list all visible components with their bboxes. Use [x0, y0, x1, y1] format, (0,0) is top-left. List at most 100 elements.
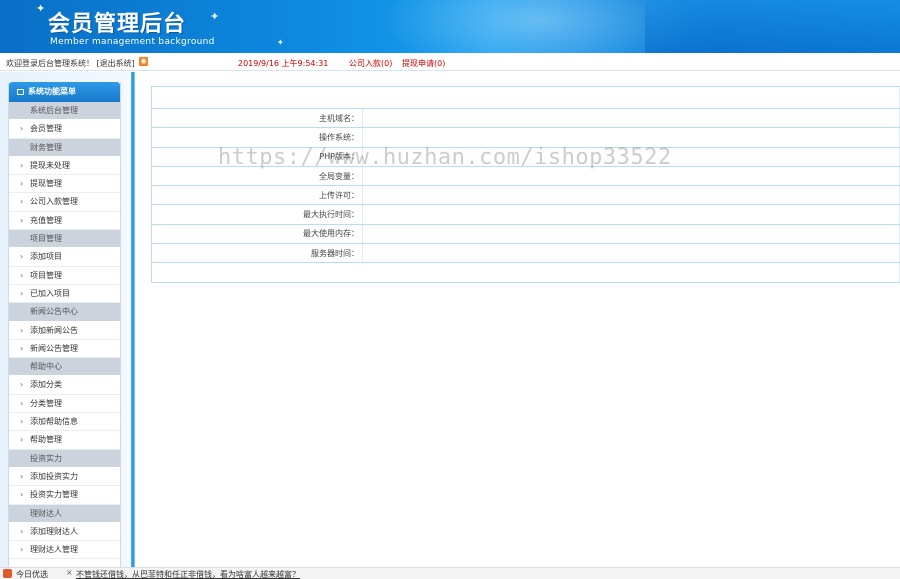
sparkle-icon: ✦ — [36, 2, 46, 15]
sparkle-icon: ✦ — [277, 38, 284, 47]
row-label: 服务器时间： — [151, 243, 363, 264]
sidebar-item[interactable]: › 添加帮助信息 — [9, 413, 120, 432]
today-picks-label[interactable]: 今日优选 — [16, 569, 48, 579]
sidebar-item[interactable]: › 提现未处理 — [9, 156, 120, 176]
menu-group-head[interactable]: 理财达人 — [9, 504, 120, 523]
sidebar-item[interactable]: › 投资实力管理 — [9, 486, 120, 505]
chevron-right-icon: › — [20, 288, 24, 298]
menu-group-head[interactable]: 帮助中心 — [9, 358, 120, 377]
menu-group-head[interactable]: 项目管理 — [9, 230, 120, 249]
chevron-right-icon: › — [20, 417, 24, 427]
today-picks-icon[interactable] — [3, 569, 12, 578]
header-banner: ✦ ✦ ✦ 会员管理后台 Member management backgroun… — [0, 0, 900, 53]
menu-group-head[interactable]: 系统后台管理 — [9, 102, 120, 121]
chevron-right-icon: › — [20, 435, 24, 445]
table-row: 上传许可： — [151, 185, 900, 206]
chevron-right-icon: › — [20, 325, 24, 335]
logout-link[interactable]: [退出系统] — [97, 59, 135, 68]
app-subtitle: Member management background — [50, 37, 215, 47]
table-header-row — [151, 86, 900, 109]
sidebar-item[interactable]: › 添加理财达人 — [9, 522, 120, 542]
row-value — [362, 204, 900, 225]
chevron-right-icon: › — [20, 124, 24, 134]
sidebar-item[interactable]: › 新闻公告管理 — [9, 339, 120, 359]
sidebar-item-label: 投资实力管理 — [30, 490, 78, 500]
sidebar-item[interactable]: › 提现管理 — [9, 175, 120, 194]
menu-group-head[interactable]: 新闻公告中心 — [9, 303, 120, 322]
table-header-cell — [151, 86, 900, 109]
sidebar-item[interactable]: › 公司入款管理 — [9, 193, 120, 212]
table-row: 服务器时间： — [151, 243, 900, 264]
row-label: 上传许可： — [151, 185, 363, 206]
sidebar-item[interactable]: › 帮助管理 — [9, 431, 120, 450]
sidebar-item-label: 添加帮助信息 — [30, 417, 78, 427]
chevron-right-icon: › — [20, 490, 24, 500]
sidebar-item[interactable]: › 添加投资实力 — [9, 467, 120, 487]
menu-title: 系统功能菜单 — [9, 82, 120, 102]
status-bar: 欢迎登录后台管理系统！ [退出系统] ◉ 2019/9/16 上午9:54:31… — [0, 53, 900, 71]
chevron-right-icon: › — [20, 179, 24, 189]
sidebar-item-label: 分类管理 — [30, 398, 62, 408]
sidebar-item[interactable]: › 已加入项目 — [9, 284, 120, 304]
close-icon[interactable]: × — [66, 568, 73, 577]
chevron-right-icon: › — [20, 197, 24, 207]
chevron-right-icon: › — [20, 215, 24, 225]
sidebar-item[interactable]: › 分类管理 — [9, 394, 120, 414]
sidebar-item-label: 会员管理 — [30, 124, 62, 134]
sidebar-item[interactable]: › 理财达人管理 — [9, 541, 120, 560]
menu-title-label: 系统功能菜单 — [28, 87, 76, 96]
sparkle-icon: ✦ — [210, 10, 220, 23]
menu-group-head[interactable]: 投资实力 — [9, 449, 120, 468]
menu-body: 系统后台管理 › 会员管理 财务管理 › 提现未处理 › 提现管理 › 公司入款管理 › 充值管理 项目… — [9, 102, 120, 560]
chevron-right-icon: › — [20, 398, 24, 408]
sidebar-item-label: 提现管理 — [30, 179, 62, 189]
row-value — [362, 108, 900, 129]
server-info-table: 主机域名： 操作系统： PHP版本： 全局变量： 上传许可： 最大执行时间： 最大使用内存：… — [151, 86, 900, 283]
bottom-taskbar: 今日优选 × 不管钱还借钱，从巴菲特和任正非借钱，看为啥富人越来越富？ — [0, 567, 900, 579]
sidebar-item-label: 添加项目 — [30, 252, 62, 262]
sidebar-item-label: 新闻公告管理 — [30, 343, 78, 353]
sidebar-item[interactable]: › 添加分类 — [9, 376, 120, 395]
sidebar-item-label: 提现未处理 — [30, 160, 70, 170]
chevron-right-icon: › — [20, 252, 24, 262]
datetime: 2019/9/16 上午9:54:31 — [238, 59, 329, 68]
welcome-message: 欢迎登录后台管理系统！ — [6, 59, 94, 68]
header-right-block — [645, 0, 900, 53]
table-row: 最大执行时间： — [151, 204, 900, 225]
menu-group-head[interactable]: 财务管理 — [9, 138, 120, 157]
sidebar-item-label: 添加分类 — [30, 380, 62, 390]
sidebar-item[interactable]: › 充值管理 — [9, 211, 120, 231]
sidebar-item-label: 充值管理 — [30, 215, 62, 225]
app-title: 会员管理后台 — [48, 12, 187, 37]
table-row: 最大使用内存： — [151, 224, 900, 245]
company-income-link[interactable]: 公司入款(0) — [349, 58, 392, 69]
sidebar-item[interactable]: › 添加项目 — [9, 248, 120, 267]
welcome-text: 欢迎登录后台管理系统！ [退出系统] — [6, 58, 135, 69]
sidebar-panel: 系统功能菜单 系统后台管理 › 会员管理 财务管理 › 提现未处理 › 提现管理 › 公司入款管理… — [8, 82, 121, 567]
row-label: 最大执行时间： — [151, 204, 363, 225]
chevron-right-icon: › — [20, 270, 24, 280]
menu-icon — [17, 88, 24, 95]
chevron-right-icon: › — [20, 545, 24, 555]
sidebar-item-label: 公司入款管理 — [30, 197, 78, 207]
sidebar-item-label: 添加新闻公告 — [30, 325, 78, 335]
table-footer-cell — [151, 262, 900, 283]
sidebar: 系统功能菜单 系统后台管理 › 会员管理 财务管理 › 提现未处理 › 提现管理 › 公司入款管理… — [0, 72, 131, 567]
withdraw-request-link[interactable]: 提现申请(0) — [402, 58, 445, 69]
sidebar-item[interactable]: › 会员管理 — [9, 120, 120, 139]
sidebar-splitter[interactable] — [131, 72, 135, 567]
chevron-right-icon: › — [20, 471, 24, 481]
rss-icon[interactable]: ◉ — [139, 57, 148, 66]
sidebar-item-label: 项目管理 — [30, 270, 62, 280]
chevron-right-icon: › — [20, 343, 24, 353]
sidebar-item-label: 帮助管理 — [30, 435, 62, 445]
table-row: 主机域名： — [151, 108, 900, 129]
main-content: 主机域名： 操作系统： PHP版本： 全局变量： 上传许可： 最大执行时间： 最大使用内存：… — [151, 86, 900, 283]
chevron-right-icon: › — [20, 526, 24, 536]
sidebar-item-label: 已加入项目 — [30, 288, 70, 298]
sidebar-item[interactable]: › 添加新闻公告 — [9, 321, 120, 340]
news-link[interactable]: 不管钱还借钱，从巴菲特和任正非借钱，看为啥富人越来越富？ — [76, 569, 300, 579]
row-label: 主机域名： — [151, 108, 363, 129]
sidebar-item[interactable]: › 项目管理 — [9, 266, 120, 285]
row-value — [362, 185, 900, 206]
